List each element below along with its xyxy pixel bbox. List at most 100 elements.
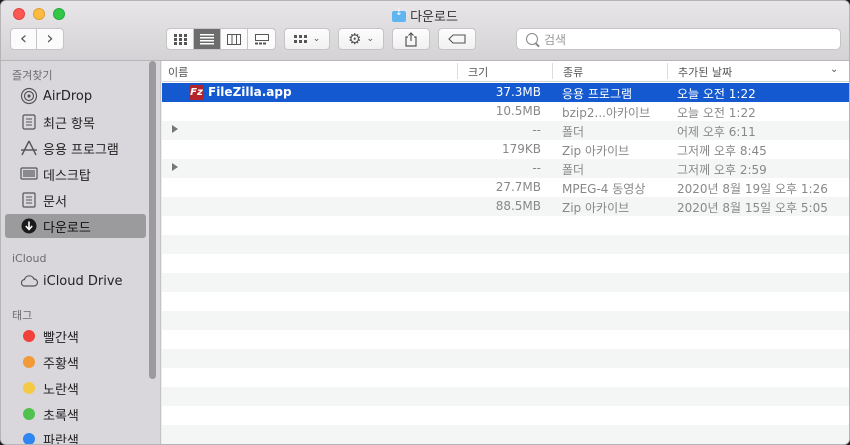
- list-view-button[interactable]: [194, 29, 221, 49]
- action-button[interactable]: ⚙ ⌄: [338, 28, 384, 50]
- sidebar-item-applications[interactable]: 응용 프로그램: [5, 136, 146, 160]
- empty-row: [162, 387, 849, 406]
- grid-icon: [173, 33, 187, 45]
- finder-window: 다운로드 ‹ › ⌄ ⚙ ⌄: [0, 0, 850, 445]
- empty-row: [162, 235, 849, 254]
- gallery-icon: [254, 33, 269, 44]
- disclosure-triangle-icon[interactable]: [172, 125, 178, 133]
- sidebar-item-airdrop[interactable]: AirDrop: [5, 84, 146, 108]
- blue-tag-dot-icon: [23, 433, 35, 444]
- file-list: 이름 크기 종류 추가된 날짜 ⌄ Fz FileZilla.app 37.3MB 응…: [162, 61, 849, 444]
- downloads-icon: [19, 218, 39, 234]
- yellow-tag-dot-icon: [23, 382, 35, 394]
- file-size: 10.5MB: [495, 104, 541, 118]
- column-view-button[interactable]: [221, 29, 248, 49]
- table-row[interactable]: 179KB Zip 아카이브 그저께 오후 8:45: [162, 140, 849, 159]
- documents-icon: [19, 192, 39, 208]
- file-date-added: 그저께 오후 2:59: [677, 163, 767, 177]
- file-date-added: 그저께 오후 8:45: [677, 144, 767, 158]
- file-kind: 폴더: [562, 163, 585, 177]
- disclosure-triangle-icon[interactable]: [172, 163, 178, 171]
- icloud-header: iCloud: [12, 252, 47, 265]
- recents-icon: [19, 114, 39, 130]
- table-row[interactable]: -- 폴더 그저께 오후 2:59: [162, 159, 849, 178]
- empty-row: [162, 368, 849, 387]
- empty-row: [162, 273, 849, 292]
- file-kind: Zip 아카이브: [562, 144, 630, 158]
- icon-view-button[interactable]: [167, 29, 194, 49]
- sidebar-scrollbar[interactable]: [149, 61, 156, 379]
- sidebar-tag-green[interactable]: 초록색: [5, 402, 146, 426]
- toolbar: 다운로드 ‹ › ⌄ ⚙ ⌄: [1, 1, 849, 61]
- file-date-added: 2020년 8월 19일 오후 1:26: [677, 182, 828, 196]
- file-date-added: 오늘 오전 1:22: [677, 106, 756, 120]
- airdrop-icon: [19, 87, 39, 105]
- red-tag-dot-icon: [23, 330, 35, 342]
- search-placeholder: 검색: [544, 32, 567, 47]
- group-button[interactable]: ⌄: [284, 28, 330, 50]
- sidebar-tag-red[interactable]: 빨간색: [5, 324, 146, 348]
- tags-button[interactable]: [438, 28, 476, 50]
- column-header: 이름 크기 종류 추가된 날짜 ⌄: [162, 61, 849, 82]
- file-name: FileZilla.app: [208, 85, 292, 99]
- file-date-added: 어제 오후 6:11: [677, 125, 756, 139]
- share-button[interactable]: [392, 28, 430, 50]
- chevron-down-icon: ⌄: [366, 34, 374, 44]
- tag-icon: [448, 34, 466, 44]
- empty-row: [162, 254, 849, 273]
- file-size: 37.3MB: [495, 85, 541, 99]
- column-separator: [552, 63, 553, 79]
- table-row[interactable]: 88.5MB Zip 아카이브 2020년 8월 15일 오후 5:05: [162, 197, 849, 216]
- green-tag-dot-icon: [23, 408, 35, 420]
- file-kind: 폴더: [562, 125, 585, 139]
- back-button[interactable]: ‹: [11, 29, 37, 49]
- sidebar-tag-yellow[interactable]: 노란색: [5, 376, 146, 400]
- sidebar-item-icloud-drive[interactable]: iCloud Drive: [5, 269, 146, 293]
- tags-header: 태그: [12, 309, 33, 322]
- forward-button[interactable]: ›: [37, 29, 63, 49]
- gallery-view-button[interactable]: [248, 29, 275, 49]
- list-icon: [200, 33, 214, 44]
- empty-row: [162, 330, 849, 349]
- column-name-header[interactable]: 이름: [168, 64, 188, 80]
- table-row[interactable]: 10.5MB bzip2...아카이브 오늘 오전 1:22: [162, 102, 849, 121]
- empty-row: [162, 349, 849, 368]
- sidebar-item-documents[interactable]: 문서: [5, 188, 146, 212]
- sidebar: 즐겨찾기 AirDrop 최근 항목 응용 프로그램 데스크탑 문서 다운로드 …: [1, 61, 161, 444]
- filezilla-app-icon: Fz: [189, 85, 204, 100]
- downloads-folder-icon: [392, 8, 407, 22]
- empty-row: [162, 406, 849, 425]
- sidebar-item-downloads[interactable]: 다운로드: [5, 214, 146, 238]
- sort-chevron-icon[interactable]: ⌄: [830, 64, 838, 75]
- empty-row: [162, 425, 849, 444]
- cloud-icon: [19, 274, 39, 288]
- file-size: --: [532, 123, 541, 137]
- file-kind: bzip2...아카이브: [562, 106, 651, 120]
- desktop-icon: [19, 167, 39, 181]
- file-date-added: 2020년 8월 15일 오후 5:05: [677, 201, 828, 215]
- search-field[interactable]: 검색: [516, 28, 841, 50]
- group-grid-icon: [293, 34, 307, 43]
- chevron-down-icon: ⌄: [312, 34, 321, 44]
- sidebar-item-recents[interactable]: 최근 항목: [5, 110, 146, 134]
- table-row[interactable]: 27.7MB MPEG-4 동영상 2020년 8월 19일 오후 1:26: [162, 178, 849, 197]
- sidebar-tag-orange[interactable]: 주황색: [5, 350, 146, 374]
- applications-icon: [19, 140, 39, 156]
- window-title: 다운로드: [1, 6, 849, 25]
- column-separator: [667, 63, 668, 79]
- empty-row: [162, 216, 849, 235]
- sidebar-item-desktop[interactable]: 데스크탑: [5, 162, 146, 186]
- columns-icon: [227, 33, 241, 45]
- column-date-added-header[interactable]: 추가된 날짜: [678, 64, 732, 80]
- column-separator: [457, 63, 458, 79]
- table-row[interactable]: Fz FileZilla.app 37.3MB 응용 프로그램 오늘 오전 1:22: [162, 83, 849, 102]
- sidebar-tag-blue[interactable]: 파란색: [5, 427, 146, 444]
- file-date-added: 오늘 오전 1:22: [677, 87, 756, 101]
- column-kind-header[interactable]: 종류: [563, 64, 583, 80]
- file-size: 27.7MB: [495, 180, 541, 194]
- column-size-header[interactable]: 크기: [468, 64, 488, 80]
- table-row[interactable]: -- 폴더 어제 오후 6:11: [162, 121, 849, 140]
- empty-row: [162, 311, 849, 330]
- share-icon: [405, 31, 417, 47]
- file-size: 179KB: [501, 142, 541, 156]
